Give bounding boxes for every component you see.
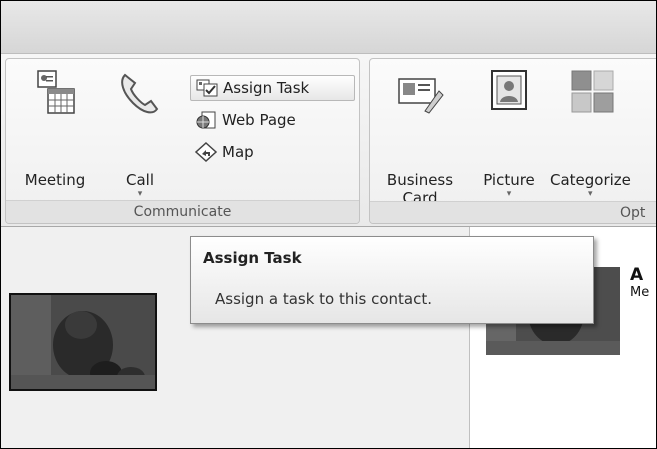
picture-icon <box>491 70 527 110</box>
tooltip-title: Assign Task <box>203 249 302 267</box>
contact-photo[interactable] <box>9 293 157 391</box>
title-bar <box>1 1 656 54</box>
meeting-label: Meeting <box>24 171 86 189</box>
phone-icon <box>121 73 159 114</box>
call-button[interactable]: Call ▾ <box>112 67 168 199</box>
communicate-group-label: Communicate <box>6 200 359 223</box>
map-label: Map <box>222 143 254 161</box>
picture-label: Picture <box>483 171 535 189</box>
tooltip-description: Assign a task to this contact. <box>215 290 433 308</box>
call-dropdown-arrow[interactable]: ▾ <box>112 189 168 199</box>
web-page-button[interactable]: Web Page <box>190 107 350 133</box>
categorize-icon <box>571 70 614 113</box>
meeting-button[interactable]: Meeting <box>10 67 100 189</box>
web-page-icon <box>196 111 216 129</box>
assign-task-button[interactable]: Assign Task <box>190 75 355 101</box>
options-group: Business Card Picture ▾ Categorize ▾ Opt <box>369 58 656 224</box>
picture-dropdown-arrow[interactable]: ▾ <box>472 189 546 199</box>
options-group-label: Opt <box>370 201 656 223</box>
contact-name-partial: A <box>630 265 644 285</box>
outlook-contact-window: Meeting Call ▾ Assign Task Web Page Map … <box>0 0 657 449</box>
communicate-group: Meeting Call ▾ Assign Task Web Page Map … <box>5 58 360 224</box>
assign-task-icon <box>196 79 218 97</box>
map-icon <box>194 142 218 162</box>
categorize-label: Categorize <box>550 171 631 189</box>
call-label: Call <box>125 171 154 189</box>
meeting-icon <box>37 70 75 114</box>
assign-task-tooltip: Assign Task Assign a task to this contac… <box>190 236 594 324</box>
picture-button[interactable]: Picture ▾ <box>472 67 546 199</box>
business-card-icon <box>398 78 444 114</box>
web-page-label: Web Page <box>222 111 296 129</box>
categorize-dropdown-arrow[interactable]: ▾ <box>588 189 650 199</box>
categorize-button[interactable]: Categorize ▾ <box>550 67 650 199</box>
assign-task-label: Assign Task <box>223 79 310 97</box>
business-card-label-line1: Business <box>386 171 454 189</box>
contact-subtitle-partial: Me <box>630 285 650 300</box>
dog-photo-image <box>11 295 155 389</box>
business-card-button[interactable]: Business Card <box>374 67 466 207</box>
ribbon: Meeting Call ▾ Assign Task Web Page Map … <box>1 54 656 227</box>
map-button[interactable]: Map <box>190 139 310 165</box>
